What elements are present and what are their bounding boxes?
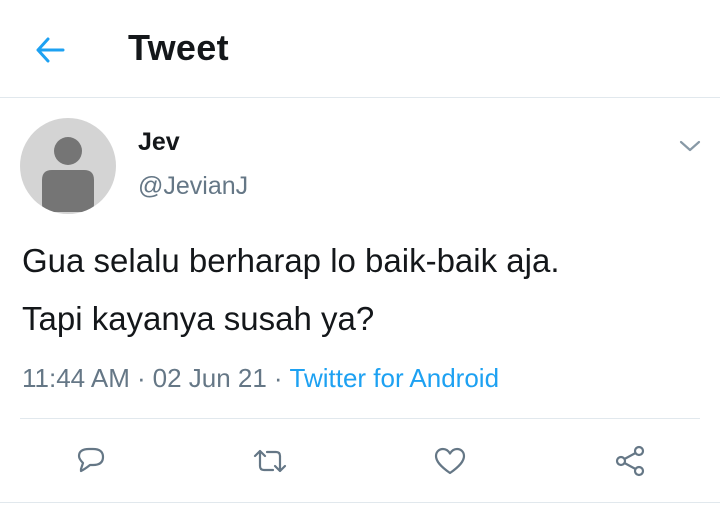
share-button[interactable] <box>605 436 655 486</box>
author-handle[interactable]: @JevianJ <box>138 172 248 201</box>
action-bar <box>0 436 720 486</box>
author-name[interactable]: Jev <box>138 128 180 157</box>
divider <box>20 418 700 419</box>
tweet-source-link[interactable]: Twitter for Android <box>290 363 500 393</box>
chevron-down-icon <box>679 140 701 152</box>
more-options-button[interactable] <box>676 132 704 160</box>
divider <box>0 502 720 503</box>
retweet-button[interactable] <box>245 436 295 486</box>
top-bar: Tweet <box>0 0 720 98</box>
tweet-text-line: Gua selalu berharap lo baik-baik aja. <box>22 242 560 279</box>
back-button[interactable] <box>30 30 70 70</box>
tweet-text-line: Tapi kayanya susah ya? <box>22 300 375 337</box>
heart-icon <box>434 447 466 475</box>
tweet-meta: 11:44 AM · 02 Jun 21 · Twitter for Android <box>22 363 499 394</box>
meta-separator: · <box>136 363 146 393</box>
meta-separator: · <box>273 363 283 393</box>
tweet-text: Gua selalu berharap lo baik-baik aja. Ta… <box>22 232 702 348</box>
retweet-icon <box>253 449 287 473</box>
page-title: Tweet <box>128 27 229 68</box>
arrow-left-icon <box>36 37 65 63</box>
default-avatar-icon <box>42 137 94 212</box>
like-button[interactable] <box>425 436 475 486</box>
share-icon <box>615 445 645 477</box>
avatar[interactable] <box>20 118 116 214</box>
reply-icon <box>77 447 105 473</box>
reply-button[interactable] <box>66 436 116 486</box>
tweet-date: 02 Jun 21 <box>152 363 267 393</box>
tweet-time: 11:44 AM <box>22 363 130 393</box>
